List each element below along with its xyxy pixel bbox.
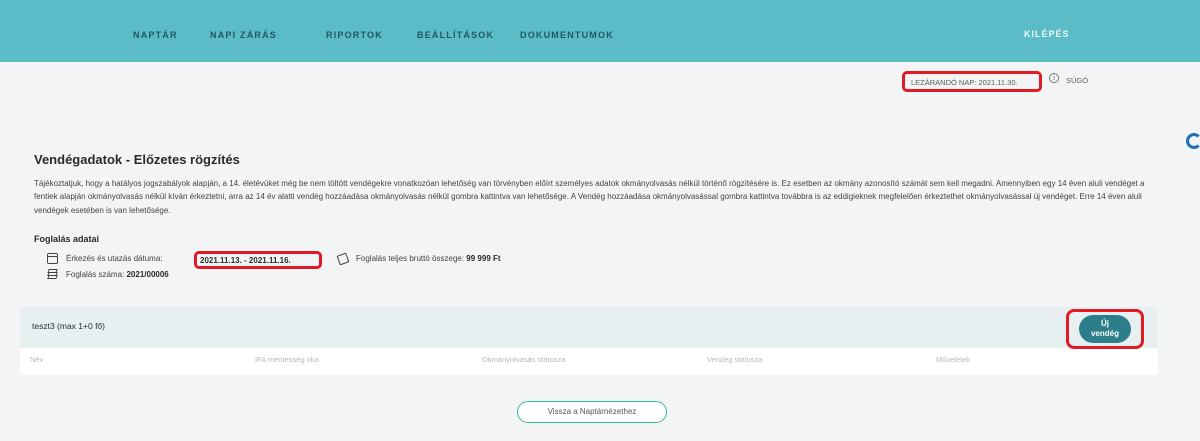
- new-guest-button[interactable]: Új vendég: [1079, 315, 1131, 343]
- guest-card: teszt3 (max 1+0 fő) Új vendég Név IFA me…: [20, 307, 1158, 375]
- nav-reports[interactable]: RIPORTOK: [326, 30, 383, 40]
- guest-card-header: teszt3 (max 1+0 fő) Új vendég: [20, 307, 1158, 349]
- total-value: 99 999 Ft: [466, 254, 501, 263]
- booking-section-title: Foglalás adatai: [34, 234, 100, 244]
- room-name: teszt3 (max 1+0 fő): [32, 321, 105, 331]
- column-name: Név: [30, 355, 44, 364]
- info-icon[interactable]: i: [1049, 73, 1059, 83]
- booking-number-label: Foglalás száma:: [66, 270, 125, 279]
- nav-documents[interactable]: DOKUMENTUMOK: [520, 30, 614, 40]
- logout-link[interactable]: KILÉPÉS: [1024, 29, 1070, 39]
- calendar-icon: [47, 253, 58, 264]
- booking-number-value: 2021/00006: [126, 270, 169, 279]
- total-row: Foglalás teljes bruttó összege: 99 999 F…: [356, 254, 501, 263]
- new-guest-label-line2: vendég: [1090, 329, 1119, 338]
- column-document-status: Okmányolvasás státusza: [482, 355, 566, 364]
- dates-value: 2021.11.13. - 2021.11.16.: [194, 251, 322, 269]
- column-guest-status: Vendég státusza: [707, 355, 763, 364]
- column-ifa-reason: IFA mentesség oka: [255, 355, 319, 364]
- top-navbar: NAPTÁR NAPI ZÁRÁS RIPORTOK BEÁLLÍTÁSOK D…: [0, 0, 1200, 62]
- nav-calendar[interactable]: NAPTÁR: [133, 30, 178, 40]
- booking-number-row: Foglalás száma: 2021/00006: [66, 270, 169, 279]
- nav-settings[interactable]: BEÁLLÍTÁSOK: [417, 30, 494, 40]
- total-label: Foglalás teljes bruttó összege:: [356, 254, 465, 263]
- new-guest-label-line1: Új: [1101, 319, 1109, 328]
- help-link[interactable]: SÚGÓ: [1066, 76, 1088, 85]
- page-title: Vendégadatok - Előzetes rögzítés: [34, 152, 240, 167]
- money-icon: [336, 252, 350, 266]
- close-day-indicator: LEZÁRANDÓ NAP: 2021.11.30.: [902, 71, 1042, 92]
- nav-daily-close[interactable]: NAPI ZÁRÁS: [210, 30, 277, 40]
- new-guest-highlight: Új vendég: [1066, 309, 1144, 349]
- back-to-calendar-button[interactable]: Vissza a Naptárnézethez: [517, 401, 667, 423]
- layers-icon: [47, 269, 58, 280]
- info-paragraph: Tájékoztatjuk, hogy a hatályos jogszabál…: [34, 179, 1145, 215]
- dates-label: Érkezés és utazás dátuma:: [66, 254, 163, 263]
- refresh-icon[interactable]: [1186, 133, 1200, 149]
- column-actions: Műveletek: [936, 355, 971, 364]
